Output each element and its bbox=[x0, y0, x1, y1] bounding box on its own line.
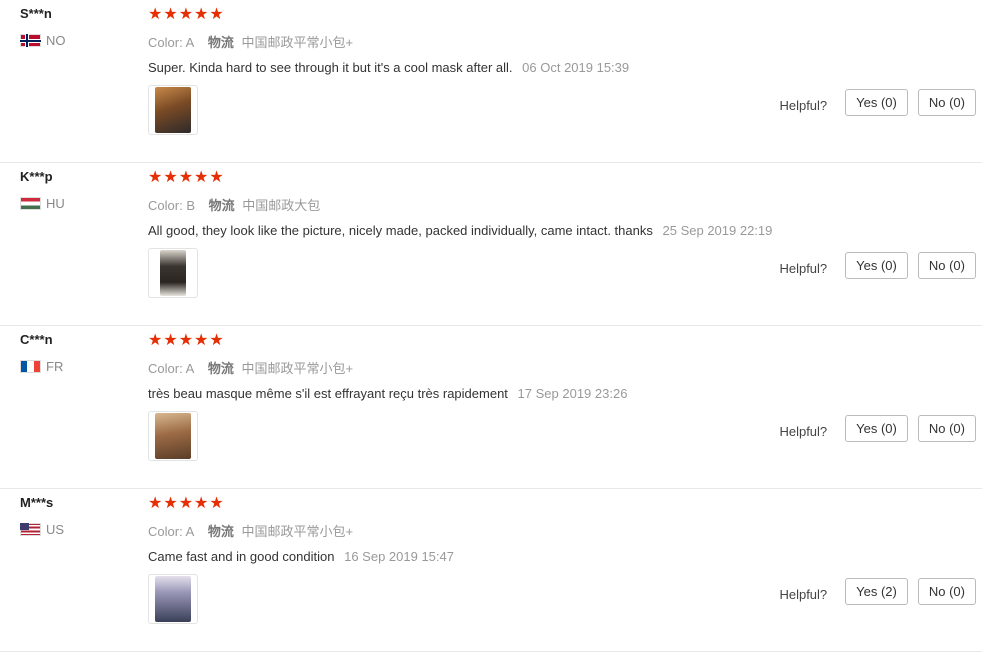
shipping-label: 物流 bbox=[208, 198, 235, 213]
review-text: Came fast and in good condition bbox=[148, 549, 335, 564]
helpful-vote: Helpful? Yes (2) No (0) bbox=[779, 578, 976, 605]
reviewer-info: S***n NO bbox=[20, 6, 140, 48]
color-value: A bbox=[185, 35, 195, 50]
shipping-label: 物流 bbox=[207, 361, 234, 376]
review-list: S***n NO ★★★★★ Color: A 物流 中国邮政平常小包+ Sup… bbox=[0, 0, 1000, 652]
color-value: A bbox=[185, 524, 195, 539]
shipping-value: 中国邮政大包 bbox=[242, 198, 321, 213]
reviewer-country: HU bbox=[20, 196, 140, 211]
country-code: US bbox=[46, 522, 65, 537]
shipping-label: 物流 bbox=[207, 35, 234, 50]
helpful-no-button[interactable]: No (0) bbox=[917, 578, 976, 605]
color-label: Color: bbox=[148, 35, 183, 50]
review-text: All good, they look like the picture, ni… bbox=[148, 223, 653, 238]
review-text-row: All good, they look like the picture, ni… bbox=[148, 223, 982, 238]
reviewer-info: K***p HU bbox=[20, 169, 140, 211]
color-value: A bbox=[185, 361, 195, 376]
reviewer-country: FR bbox=[20, 359, 140, 374]
color-label: Color: bbox=[148, 198, 183, 213]
reviewer-country: NO bbox=[20, 33, 140, 48]
helpful-vote: Helpful? Yes (0) No (0) bbox=[779, 415, 976, 442]
review-item: S***n NO ★★★★★ Color: A 物流 中国邮政平常小包+ Sup… bbox=[0, 0, 982, 163]
france-flag-icon bbox=[20, 360, 41, 373]
reviewer-info: M***s US bbox=[20, 495, 140, 537]
review-date: 17 Sep 2019 23:26 bbox=[517, 386, 628, 401]
photo-thumbnail bbox=[155, 87, 191, 133]
review-text-row: Came fast and in good condition 16 Sep 2… bbox=[148, 549, 982, 564]
photo-thumbnail bbox=[160, 250, 186, 296]
usa-flag-icon bbox=[20, 523, 41, 536]
review-text: Super. Kinda hard to see through it but … bbox=[148, 60, 513, 75]
shipping-label: 物流 bbox=[207, 524, 234, 539]
color-label: Color: bbox=[148, 361, 183, 376]
helpful-yes-button[interactable]: Yes (2) bbox=[845, 578, 908, 605]
review-item: K***p HU ★★★★★ Color: B 物流 中国邮政大包 All go… bbox=[0, 163, 982, 326]
helpful-no-button[interactable]: No (0) bbox=[917, 415, 976, 442]
rating-stars: ★★★★★ bbox=[148, 332, 225, 349]
helpful-label: Helpful? bbox=[779, 98, 828, 113]
helpful-yes-button[interactable]: Yes (0) bbox=[845, 415, 908, 442]
helpful-label: Helpful? bbox=[779, 261, 828, 276]
rating-stars: ★★★★★ bbox=[148, 495, 225, 512]
reviewer-info: C***n FR bbox=[20, 332, 140, 374]
review-text-row: Super. Kinda hard to see through it but … bbox=[148, 60, 982, 75]
review-photo[interactable] bbox=[148, 411, 198, 461]
helpful-label: Helpful? bbox=[779, 424, 828, 439]
helpful-vote: Helpful? Yes (0) No (0) bbox=[779, 252, 976, 279]
photo-thumbnail bbox=[155, 576, 191, 622]
shipping-value: 中国邮政平常小包+ bbox=[241, 524, 354, 539]
review-item: M***s US ★★★★★ Color: A 物流 中国邮政平常小包+ Cam… bbox=[0, 489, 982, 652]
reviewer-name: S***n bbox=[20, 6, 52, 21]
country-code: FR bbox=[46, 359, 64, 374]
review-text: très beau masque même s'il est effrayant… bbox=[148, 386, 508, 401]
color-value: B bbox=[186, 198, 195, 213]
review-item: C***n FR ★★★★★ Color: A 物流 中国邮政平常小包+ trè… bbox=[0, 326, 982, 489]
hungary-flag-icon bbox=[20, 197, 41, 210]
review-meta: Color: B 物流 中国邮政大包 bbox=[148, 195, 982, 214]
review-meta: Color: A 物流 中国邮政平常小包+ bbox=[148, 521, 982, 540]
country-code: NO bbox=[46, 33, 66, 48]
shipping-value: 中国邮政平常小包+ bbox=[241, 361, 354, 376]
review-photo[interactable] bbox=[148, 248, 198, 298]
shipping-value: 中国邮政平常小包+ bbox=[241, 35, 354, 50]
review-photo[interactable] bbox=[148, 574, 198, 624]
rating-stars: ★★★★★ bbox=[148, 169, 225, 186]
rating-stars: ★★★★★ bbox=[148, 6, 225, 23]
review-date: 25 Sep 2019 22:19 bbox=[662, 223, 773, 238]
helpful-no-button[interactable]: No (0) bbox=[917, 89, 976, 116]
helpful-yes-button[interactable]: Yes (0) bbox=[845, 89, 908, 116]
reviewer-country: US bbox=[20, 522, 140, 537]
helpful-yes-button[interactable]: Yes (0) bbox=[845, 252, 908, 279]
review-meta: Color: A 物流 中国邮政平常小包+ bbox=[148, 358, 982, 377]
photo-thumbnail bbox=[155, 413, 191, 459]
color-label: Color: bbox=[148, 524, 183, 539]
country-code: HU bbox=[46, 196, 65, 211]
helpful-no-button[interactable]: No (0) bbox=[917, 252, 976, 279]
reviewer-name: K***p bbox=[20, 169, 53, 184]
review-date: 06 Oct 2019 15:39 bbox=[522, 60, 630, 75]
review-photo[interactable] bbox=[148, 85, 198, 135]
review-meta: Color: A 物流 中国邮政平常小包+ bbox=[148, 32, 982, 51]
review-text-row: très beau masque même s'il est effrayant… bbox=[148, 386, 982, 401]
reviewer-name: C***n bbox=[20, 332, 53, 347]
helpful-label: Helpful? bbox=[779, 587, 828, 602]
norway-flag-icon bbox=[20, 34, 41, 47]
review-date: 16 Sep 2019 15:47 bbox=[344, 549, 454, 564]
helpful-vote: Helpful? Yes (0) No (0) bbox=[779, 89, 976, 116]
reviewer-name: M***s bbox=[20, 495, 54, 510]
